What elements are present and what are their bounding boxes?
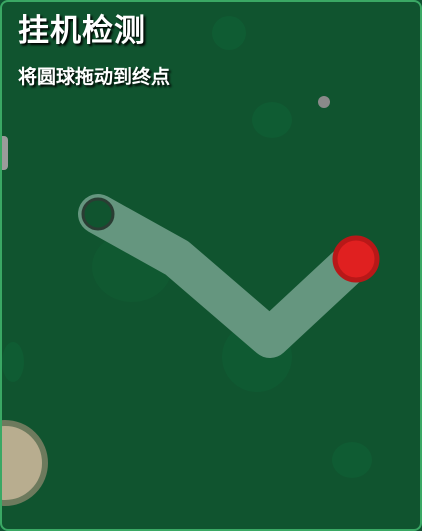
- drag-track-path: [78, 194, 376, 358]
- red-ball-icon[interactable]: [332, 235, 380, 283]
- captcha-panel: 挂机检测 将圆球拖动到终点: [0, 0, 422, 531]
- side-handle: [2, 136, 8, 170]
- small-gray-dot-icon: [318, 96, 330, 108]
- goal-ring-icon: [81, 197, 115, 231]
